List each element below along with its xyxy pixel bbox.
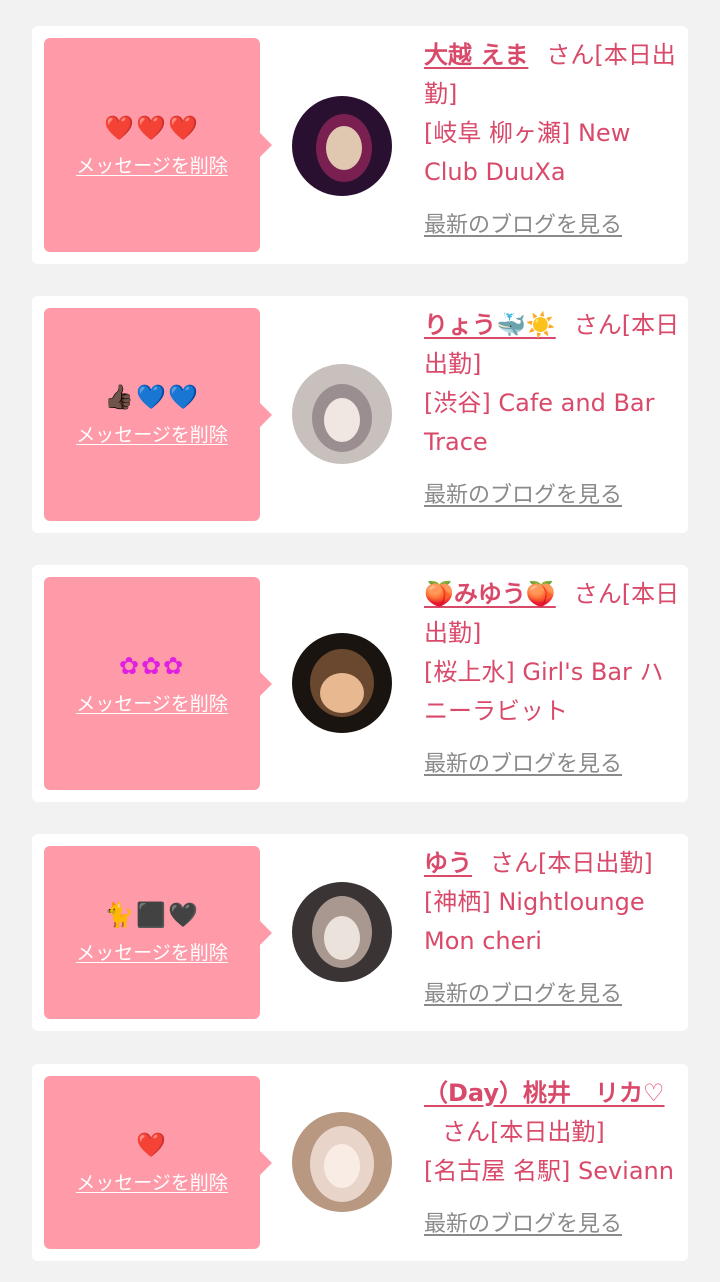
cast-name-link[interactable]: ゆう	[424, 849, 472, 877]
latest-blog-link[interactable]: 最新のブログを見る	[424, 975, 686, 1014]
reaction-emoji: ✿✿✿	[118, 652, 186, 680]
latest-blog-link[interactable]: 最新のブログを見る	[424, 206, 686, 245]
message-bubble: ❤️ メッセージを削除	[44, 1076, 272, 1249]
shop-name: [名古屋 名駅] Seviann	[424, 1157, 674, 1185]
reaction-emoji: 👍🏿💙💙	[104, 383, 200, 411]
message-bubble: 👍🏿💙💙 メッセージを削除	[44, 308, 272, 521]
message-card: ❤️ メッセージを削除 （Day）桃井 リカ♡ さん[本日出勤] [名古屋 名駅]…	[32, 1064, 688, 1261]
cast-info: 大越 えま さん[本日出勤] [岐阜 柳ヶ瀬] New Club DuuXa 最新…	[424, 36, 686, 245]
avatar-photo	[292, 882, 392, 982]
avatar-photo	[292, 1112, 392, 1212]
message-bubble: 🐈⬛🖤 メッセージを削除	[44, 846, 272, 1019]
delete-message-link[interactable]: メッセージを削除	[76, 1168, 228, 1195]
reaction-emoji: ❤️	[136, 1131, 168, 1159]
shop-name: [桜上水] Girl's Bar ハニーラビット	[424, 658, 664, 725]
cast-name-link[interactable]: （Day）桃井 リカ♡	[424, 1079, 665, 1107]
avatar[interactable]	[292, 96, 392, 196]
cast-name-link[interactable]: りょう🐳☀️	[424, 311, 556, 339]
avatar-photo	[292, 364, 392, 464]
avatar[interactable]	[292, 1112, 392, 1212]
message-bubble: ✿✿✿ メッセージを削除	[44, 577, 272, 790]
delete-message-link[interactable]: メッセージを削除	[76, 938, 228, 965]
message-card: 👍🏿💙💙 メッセージを削除 りょう🐳☀️ さん[本日出勤] [渋谷] Cafe a…	[32, 296, 688, 533]
message-card: ❤️❤️❤️ メッセージを削除 大越 えま さん[本日出勤] [岐阜 柳ヶ瀬] N…	[32, 26, 688, 264]
cast-status: さん[本日出勤]	[442, 1118, 605, 1146]
reaction-emoji: ❤️❤️❤️	[104, 113, 200, 142]
avatar-photo	[292, 96, 392, 196]
cast-name-link[interactable]: 大越 えま	[424, 41, 528, 69]
avatar[interactable]	[292, 633, 392, 733]
shop-name: [渋谷] Cafe and Bar Trace	[424, 389, 655, 456]
message-list: ❤️❤️❤️ メッセージを削除 大越 えま さん[本日出勤] [岐阜 柳ヶ瀬] N…	[0, 0, 720, 1282]
cast-info: 🍑みゆう🍑 さん[本日出勤] [桜上水] Girl's Bar ハニーラビット 最…	[424, 575, 686, 784]
delete-message-link[interactable]: メッセージを削除	[76, 420, 228, 447]
shop-name: [岐阜 柳ヶ瀬] New Club DuuXa	[424, 119, 631, 186]
cast-name-link[interactable]: 🍑みゆう🍑	[424, 580, 556, 608]
cast-info: りょう🐳☀️ さん[本日出勤] [渋谷] Cafe and Bar Trace 最…	[424, 306, 686, 515]
avatar-photo	[292, 633, 392, 733]
avatar[interactable]	[292, 882, 392, 982]
delete-message-link[interactable]: メッセージを削除	[76, 689, 228, 716]
reaction-emoji: 🐈⬛🖤	[104, 901, 200, 929]
avatar[interactable]	[292, 364, 392, 464]
cast-info: ゆう さん[本日出勤] [神栖] Nightlounge Mon cheri 最新…	[424, 844, 686, 1014]
latest-blog-link[interactable]: 最新のブログを見る	[424, 476, 686, 515]
message-card: ✿✿✿ メッセージを削除 🍑みゆう🍑 さん[本日出勤] [桜上水] Girl's …	[32, 565, 688, 802]
cast-info: （Day）桃井 リカ♡ さん[本日出勤] [名古屋 名駅] Seviann 最新の…	[424, 1074, 686, 1244]
latest-blog-link[interactable]: 最新のブログを見る	[424, 745, 686, 784]
shop-name: [神栖] Nightlounge Mon cheri	[424, 888, 645, 955]
latest-blog-link[interactable]: 最新のブログを見る	[424, 1205, 686, 1244]
delete-message-link[interactable]: メッセージを削除	[76, 151, 228, 178]
message-card: 🐈⬛🖤 メッセージを削除 ゆう さん[本日出勤] [神栖] Nightlounge…	[32, 834, 688, 1031]
message-bubble: ❤️❤️❤️ メッセージを削除	[44, 38, 272, 252]
cast-status: さん[本日出勤]	[490, 849, 653, 877]
